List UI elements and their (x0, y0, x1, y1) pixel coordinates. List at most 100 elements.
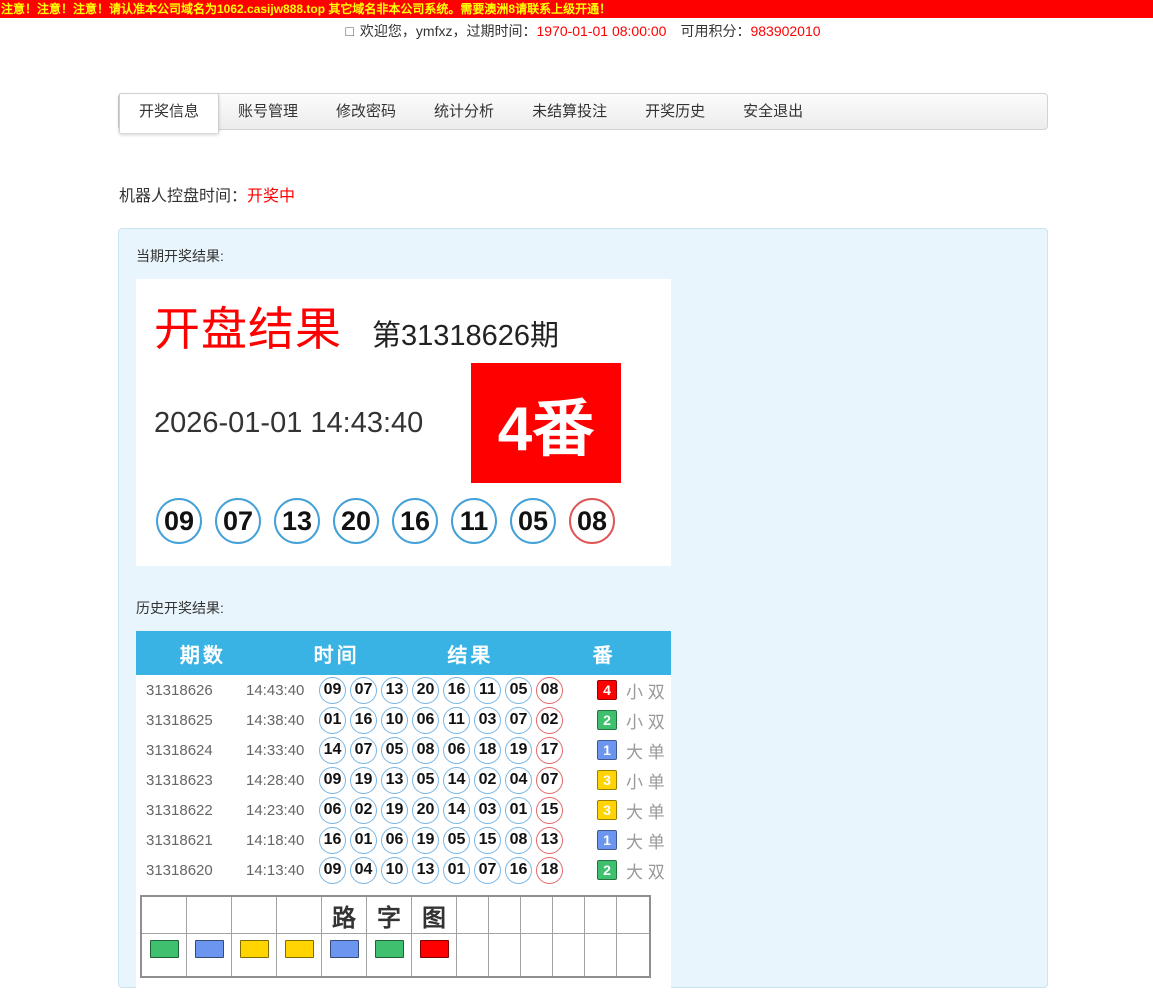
row-result-label: 大 双 (626, 858, 665, 883)
roadmap-cell (553, 897, 585, 934)
warning-banner-text: 注意！注意！注意！请认准本公司域名为1062.casijw888.top 其它域… (1, 2, 611, 16)
row-ball: 13 (381, 677, 408, 704)
table-row: 3131862214:23:4006021920140301153大 单 (136, 795, 671, 825)
row-ball: 14 (319, 737, 346, 764)
result-ball: 09 (156, 498, 202, 544)
roadmap-cell (277, 934, 322, 976)
roadmap-cell (521, 934, 553, 976)
fan-badge: 2 (597, 860, 617, 880)
roadmap-marker-red (420, 940, 449, 958)
row-ball: 18 (536, 857, 563, 884)
row-ball: 16 (443, 677, 470, 704)
row-ball: 20 (412, 797, 439, 824)
row-result-label: 大 单 (626, 738, 665, 763)
row-balls: 1407050806181917 (319, 737, 567, 764)
roadmap-cell (617, 934, 649, 976)
row-ball: 10 (381, 707, 408, 734)
row-ball: 07 (350, 737, 377, 764)
fan-badge: 3 (597, 800, 617, 820)
row-ball: 09 (319, 857, 346, 884)
row-ball: 08 (505, 827, 532, 854)
row-ball: 03 (474, 797, 501, 824)
column-header: 结果 (404, 639, 538, 668)
row-issue: 31318620 (136, 862, 246, 879)
points-label: 可用积分： (666, 23, 750, 39)
result-ball: 11 (451, 498, 497, 544)
nav-item-5[interactable]: 未结算投注 (513, 94, 626, 129)
row-ball: 17 (536, 737, 563, 764)
roadmap-cell (489, 897, 521, 934)
roadmap-marker-yellow (240, 940, 269, 958)
row-ball: 09 (319, 767, 346, 794)
row-ball: 08 (412, 737, 439, 764)
row-ball: 16 (350, 707, 377, 734)
row-ball: 07 (536, 767, 563, 794)
roadmap-cell (457, 897, 489, 934)
robot-status-line: 机器人控盘时间：开奖中 (119, 182, 295, 206)
expire-time: 1970-01-01 08:00:00 (536, 23, 666, 39)
row-ball: 01 (350, 827, 377, 854)
row-time: 14:23:40 (246, 802, 319, 819)
row-ball: 02 (350, 797, 377, 824)
column-header: 番 (537, 639, 671, 668)
current-result-balls: 0907132016110508 (156, 498, 653, 544)
card-title: 开盘结果 (154, 293, 342, 359)
row-balls: 0907132016110508 (319, 677, 567, 704)
nav-item-4[interactable]: 统计分析 (415, 94, 513, 129)
results-panel: 当期开奖结果: 开盘结果 第31318626期 2026-01-01 14:43… (118, 228, 1048, 988)
nav-item-2[interactable]: 账号管理 (219, 94, 317, 129)
history-table-body: 3131862614:43:4009071320161105084小 双3131… (136, 675, 671, 885)
row-ball: 11 (474, 677, 501, 704)
nav-item-6[interactable]: 开奖历史 (626, 94, 724, 129)
table-row: 3131862514:38:4001161006110307022小 双 (136, 705, 671, 735)
welcome-bar: □欢迎您，ymfxz，过期时间：1970-01-01 08:00:00 可用积分… (118, 21, 1048, 41)
row-ball: 01 (505, 797, 532, 824)
roadmap-cell: 图 (412, 897, 457, 934)
row-ball: 07 (505, 707, 532, 734)
row-ball: 14 (443, 797, 470, 824)
nav-item-7[interactable]: 安全退出 (724, 94, 822, 129)
roadmap-cell (187, 934, 232, 976)
nav-item-3[interactable]: 修改密码 (317, 94, 415, 129)
warning-banner: 注意！注意！注意！请认准本公司域名为1062.casijw888.top 其它域… (0, 0, 1153, 18)
roadmap-cell (277, 897, 322, 934)
roadmap-marker-yellow (285, 940, 314, 958)
row-issue: 31318623 (136, 772, 246, 789)
fan-badge: 1 (597, 830, 617, 850)
row-ball: 11 (443, 707, 470, 734)
roadmap-cell (521, 897, 553, 934)
row-ball: 19 (350, 767, 377, 794)
user-icon: □ (345, 23, 353, 39)
row-result-label: 小 双 (626, 708, 665, 733)
robot-status-value: 开奖中 (247, 188, 295, 205)
row-ball: 15 (474, 827, 501, 854)
roadmap-cell (142, 897, 187, 934)
history-table-header: 期数时间结果番 (136, 631, 671, 675)
roadmap-cell (142, 934, 187, 976)
result-ball: 07 (215, 498, 261, 544)
row-ball: 05 (505, 677, 532, 704)
row-ball: 18 (474, 737, 501, 764)
result-ball: 13 (274, 498, 320, 544)
row-balls: 0904101301071618 (319, 857, 567, 884)
result-ball: 08 (569, 498, 615, 544)
column-header: 时间 (270, 639, 404, 668)
nav-item-1[interactable]: 开奖信息 (119, 93, 219, 133)
roadmap-marker-blue (330, 940, 359, 958)
roadmap-color-row (142, 934, 649, 976)
roadmap-cell (322, 934, 367, 976)
row-ball: 06 (319, 797, 346, 824)
fan-badge: 4 (597, 680, 617, 700)
roadmap-cell (457, 934, 489, 976)
row-ball: 13 (381, 767, 408, 794)
row-ball: 08 (536, 677, 563, 704)
row-result-label: 大 单 (626, 798, 665, 823)
robot-status-label: 机器人控盘时间： (119, 188, 247, 205)
row-issue: 31318624 (136, 742, 246, 759)
roadmap-cell (232, 934, 277, 976)
roadmap-cell (412, 934, 457, 976)
row-ball: 01 (319, 707, 346, 734)
row-ball: 06 (412, 707, 439, 734)
roadmap-cell: 字 (367, 897, 412, 934)
row-ball: 15 (536, 797, 563, 824)
